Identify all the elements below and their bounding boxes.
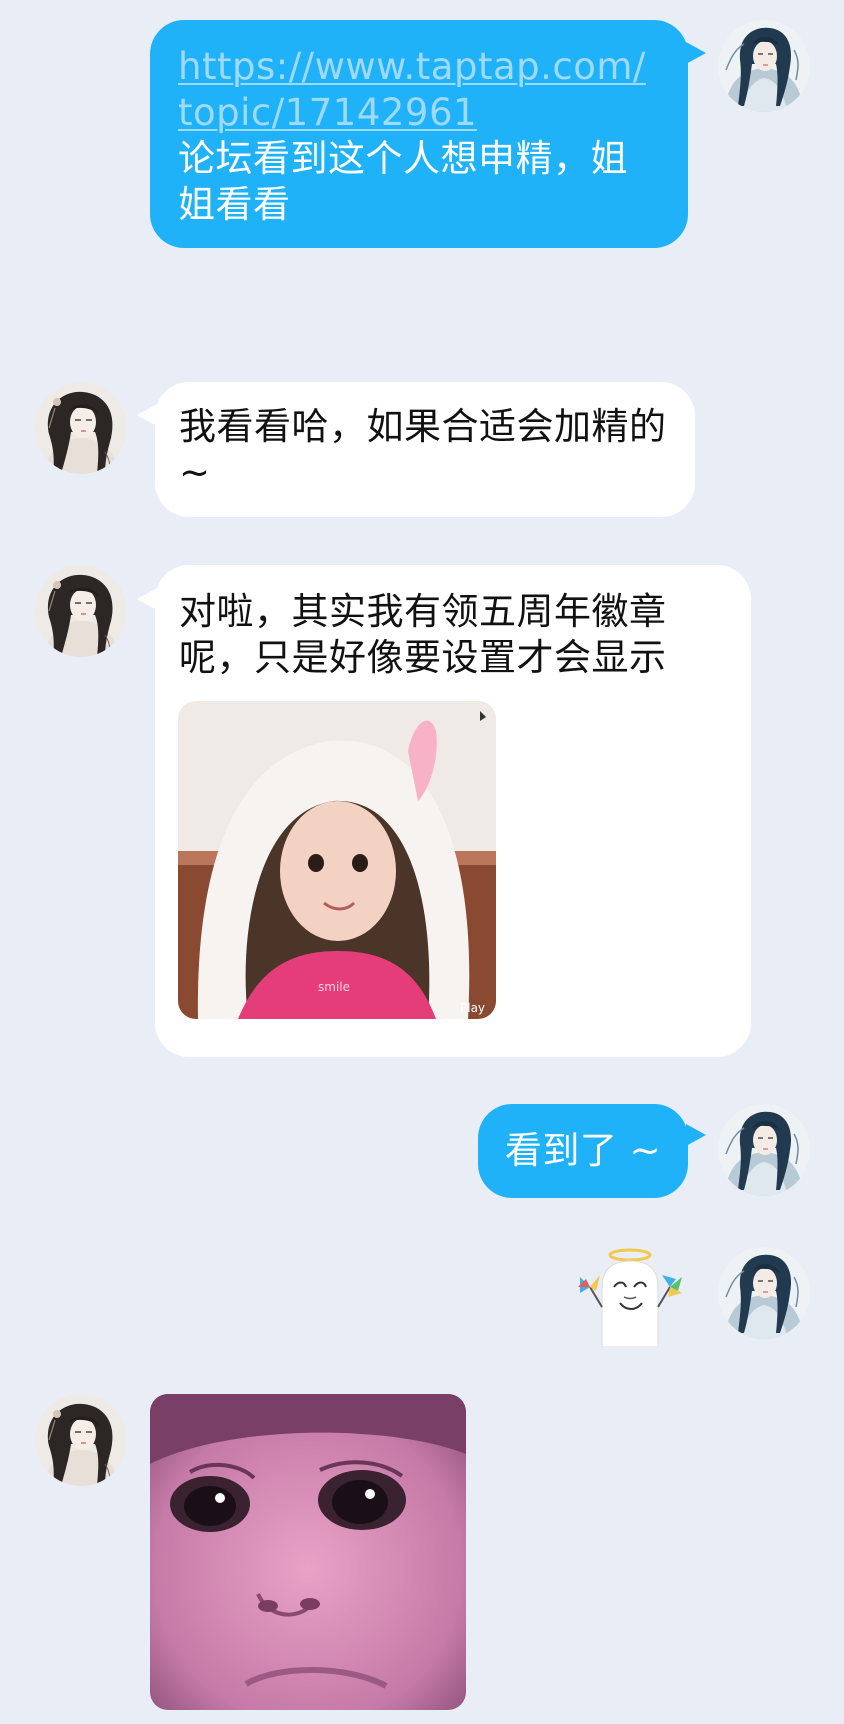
bubble-tail — [137, 404, 157, 426]
shared-image-child-face[interactable] — [150, 1394, 466, 1710]
bubble-tail — [686, 1124, 706, 1146]
photo-child-face-closeup-icon — [150, 1394, 466, 1710]
contact-avatar[interactable] — [35, 1394, 127, 1486]
avatar-ink-painting-woman-icon — [35, 382, 127, 474]
meme-face-angel-pinwheels-sticker-icon — [578, 1248, 682, 1348]
image-watermark-right: Play — [460, 1001, 485, 1015]
avatar-ink-painting-woman-icon — [35, 1394, 127, 1486]
link-line-2: topic/17142961 — [178, 91, 478, 134]
avatar-ink-painting-man-icon — [718, 1247, 810, 1339]
message-bubble-outgoing[interactable]: https://www.taptap.com/ topic/17142961 论… — [150, 20, 688, 248]
avatar-ink-painting-man-icon — [718, 20, 810, 112]
self-avatar[interactable] — [718, 1104, 810, 1196]
self-avatar[interactable] — [718, 20, 810, 112]
message-link[interactable]: https://www.taptap.com/ topic/17142961 — [178, 44, 660, 136]
contact-avatar[interactable] — [35, 565, 127, 657]
message-text: 我看看哈，如果合适会加精的~ — [179, 405, 667, 494]
avatar-ink-painting-woman-icon — [35, 565, 127, 657]
avatar-ink-painting-man-icon — [718, 1104, 810, 1196]
link-line-1: https://www.taptap.com/ — [178, 45, 646, 88]
message-text: 论坛看到这个人想申精，姐姐看看 — [178, 137, 628, 226]
message-bubble-incoming[interactable]: 我看看哈，如果合适会加精的~ — [155, 382, 695, 517]
bubble-tail — [686, 42, 706, 64]
image-watermark-left: smile — [318, 980, 350, 994]
shared-image-girl[interactable]: smile Play — [178, 701, 496, 1019]
self-avatar[interactable] — [718, 1247, 810, 1339]
photo-girl-white-bunny-hood-icon: smile Play — [178, 701, 496, 1019]
message-bubble-outgoing[interactable]: 看到了 ~ — [478, 1104, 688, 1198]
message-text: 对啦，其实我有领五周年徽章呢，只是好像要设置才会显示 — [179, 590, 667, 679]
contact-avatar[interactable] — [35, 382, 127, 474]
sticker-message[interactable] — [566, 1247, 692, 1348]
message-text: 看到了 ~ — [504, 1129, 662, 1172]
bubble-tail — [137, 588, 157, 610]
